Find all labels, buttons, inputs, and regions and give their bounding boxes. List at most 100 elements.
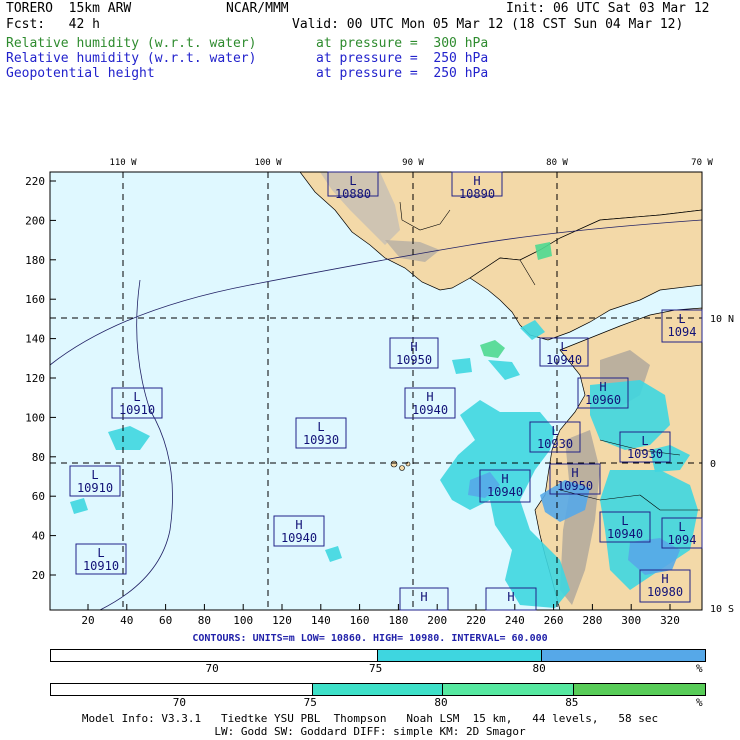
colorbar-tick-label: %	[696, 662, 703, 675]
center-value: 10930	[627, 447, 663, 461]
colorbar-tick-label: 80	[434, 696, 448, 709]
center-type: L	[560, 340, 567, 354]
field-1-name: Relative humidity (w.r.t. water)	[6, 36, 257, 51]
x-tick-label: 240	[505, 614, 525, 627]
y-tick-label: 180	[25, 254, 45, 267]
lon-label: 90 W	[402, 158, 424, 168]
colorbar-tick-label: 75	[303, 696, 317, 709]
x-tick-label: 320	[660, 614, 680, 627]
colorbar-rh-250	[50, 649, 706, 662]
center-value: 1094	[668, 533, 697, 547]
center-value: 10910	[119, 403, 155, 417]
y-tick-label: 80	[32, 451, 45, 464]
x-tick-label: 220	[466, 614, 486, 627]
colorbar-tick-label: 70	[205, 662, 219, 675]
center-type: L	[349, 174, 356, 188]
y-tick-label: 20	[32, 569, 45, 582]
center-type: L	[91, 468, 98, 482]
colorbar-tick-label: %	[696, 696, 703, 709]
center-type: H	[410, 340, 417, 354]
center-type: H	[501, 472, 508, 486]
x-tick-label: 180	[388, 614, 408, 627]
lat-label: 0	[710, 459, 716, 470]
center-type: H	[599, 380, 606, 394]
forecast-hour: Fcst: 42 h	[6, 17, 100, 32]
x-tick-label: 120	[272, 614, 292, 627]
center-type: H	[420, 590, 427, 604]
center-value: 10940	[412, 403, 448, 417]
colorbar-tick-label: 85	[565, 696, 579, 709]
center-value: 10960	[585, 393, 621, 407]
x-tick-label: 160	[350, 614, 370, 627]
field-3-level: at pressure = 250 hPa	[316, 66, 489, 81]
y-tick-label: 220	[25, 175, 45, 188]
field-2-level: at pressure = 250 hPa	[316, 51, 489, 66]
center-type: L	[641, 434, 648, 448]
colorbar-tick-label: 75	[369, 662, 383, 675]
center-type: H	[426, 390, 433, 404]
y-tick-label: 120	[25, 372, 45, 385]
center-value: 10940	[487, 485, 523, 499]
center-value: 10950	[557, 479, 593, 493]
colorbar-tick-label: 80	[532, 662, 546, 675]
colorbar-segment	[443, 684, 575, 695]
center-type: H	[571, 466, 578, 480]
valid-time: Valid: 00 UTC Mon 05 Mar 12 (18 CST Sun …	[292, 17, 684, 32]
y-tick-label: 140	[25, 333, 45, 346]
x-tick-label: 280	[582, 614, 602, 627]
x-tick-label: 80	[198, 614, 211, 627]
lat-label: 10 N	[710, 314, 734, 325]
center-value: 10910	[83, 559, 119, 573]
colorbar-segment	[51, 684, 313, 695]
y-tick-label: 40	[32, 530, 45, 543]
x-tick-label: 200	[427, 614, 447, 627]
colorbar-segment	[51, 650, 378, 661]
org-label: NCAR/MMM	[226, 1, 289, 16]
x-tick-label: 20	[81, 614, 94, 627]
field-3-name: Geopotential height	[6, 66, 155, 81]
field-2-name: Relative humidity (w.r.t. water)	[6, 51, 257, 66]
center-value: 10930	[537, 437, 573, 451]
center-value: 10930	[303, 433, 339, 447]
center-type: L	[317, 420, 324, 434]
lon-label: 80 W	[546, 158, 568, 168]
center-value: 10880	[335, 187, 371, 201]
lon-label: 100 W	[254, 158, 282, 168]
model-title: TORERO 15km ARW	[6, 1, 132, 16]
y-tick-label: 200	[25, 214, 45, 227]
center-value: 10940	[607, 527, 643, 541]
x-tick-label: 40	[120, 614, 133, 627]
init-time: Init: 06 UTC Sat 03 Mar 12	[506, 1, 710, 16]
center-value: 1094	[668, 325, 697, 339]
center-type: H	[473, 174, 480, 188]
center-type: H	[507, 590, 514, 604]
center-type: L	[97, 546, 104, 560]
x-tick-label: 100	[233, 614, 253, 627]
center-value: 10980	[647, 585, 683, 599]
y-tick-label: 100	[25, 411, 45, 424]
model-info-line-1: Model Info: V3.3.1 Tiedtke YSU PBL Thomp…	[81, 712, 659, 725]
center-value: 10910	[77, 481, 113, 495]
center-type: H	[295, 518, 302, 532]
lon-label: 70 W	[691, 158, 713, 168]
colorbar-segment	[312, 684, 444, 695]
center-value: 10950	[396, 353, 432, 367]
colorbar-segment	[574, 684, 705, 695]
center-type: L	[621, 514, 628, 528]
x-tick-label: 140	[311, 614, 331, 627]
y-tick-label: 160	[25, 293, 45, 306]
weather-map: 110 W 100 W 90 W 80 W 70 W 10 N 0 10 S 220 200 180…	[0, 150, 740, 630]
colorbar-tick-label: 70	[172, 696, 187, 709]
x-tick-label: 60	[159, 614, 172, 627]
colorbar-segment	[378, 650, 542, 661]
center-value: 10890	[459, 187, 495, 201]
center-type: L	[678, 312, 685, 326]
center-type: H	[661, 572, 668, 586]
model-info-line-2: LW: Godd SW: Goddard DIFF: simple KM: 2D…	[214, 725, 526, 738]
x-tick-label: 260	[544, 614, 564, 627]
center-value: 10940	[281, 531, 317, 545]
y-tick-label: 60	[32, 490, 45, 503]
colorbar-rh-300	[50, 683, 706, 696]
center-type: L	[551, 424, 558, 438]
contours-label: CONTOURS:	[192, 633, 247, 644]
